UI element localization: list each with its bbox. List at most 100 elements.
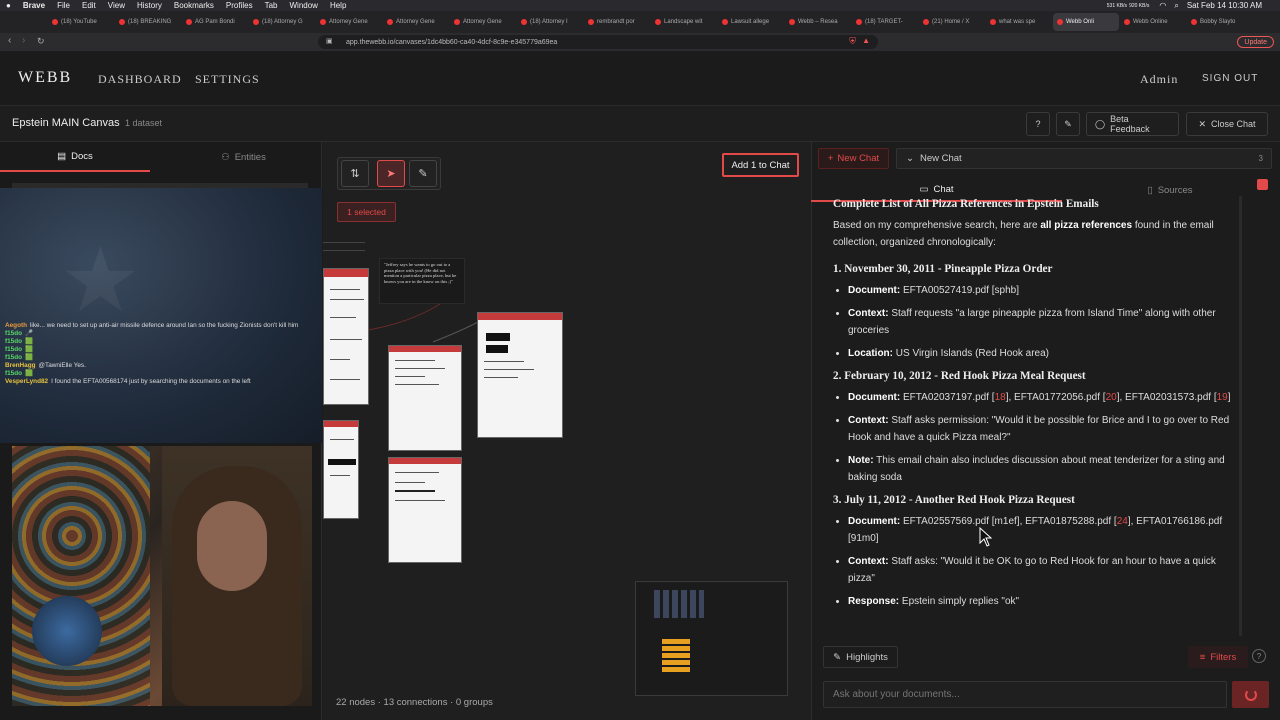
document-node[interactable] <box>477 312 563 438</box>
canvas-minimap[interactable] <box>635 581 788 696</box>
document-node[interactable] <box>323 268 369 405</box>
live-chat-message: f15do 🟩 <box>0 338 322 346</box>
wall-art <box>12 446 150 706</box>
browser-tab[interactable]: (21) Home / X <box>919 13 985 31</box>
reload-icon[interactable]: ↻ <box>37 36 45 47</box>
graph-canvas[interactable]: ⇅ ➤ ✎ Add 1 to Chat 1 selected "Jeffrey … <box>323 142 811 720</box>
browser-tab[interactable]: Attorney Gene <box>316 13 382 31</box>
chat-scrollbar[interactable] <box>1239 196 1242 636</box>
help-button[interactable]: ? <box>1026 112 1050 136</box>
browser-tab[interactable]: (18) Attorney G <box>249 13 315 31</box>
panel-badge-icon[interactable] <box>1257 179 1268 190</box>
nav-settings[interactable]: SETTINGS <box>195 72 260 87</box>
menu-profiles[interactable]: Profiles <box>226 1 253 10</box>
item-text: EFTA02037197.pdf [18], EFTA01772056.pdf … <box>903 392 1231 403</box>
browser-tab[interactable]: Webb – Resea <box>785 13 851 31</box>
browser-tab[interactable]: Landscape wit <box>651 13 717 31</box>
browser-tab[interactable]: (18) YouTube <box>48 13 114 31</box>
macos-menubar: ● Brave File Edit View History Bookmarks… <box>0 0 1280 11</box>
search-icon[interactable]: ⌕ <box>1174 1 1178 11</box>
close-chat-button[interactable]: ✕ Close Chat <box>1186 112 1268 136</box>
back-icon[interactable]: ‹ <box>8 35 11 46</box>
user-admin[interactable]: Admin <box>1140 72 1178 87</box>
webb-logo[interactable]: WEBB <box>18 69 72 87</box>
favicon-icon <box>1057 19 1063 25</box>
menu-history[interactable]: History <box>137 1 162 10</box>
item-text: Epstein simply replies "ok" <box>901 596 1020 607</box>
site-info-icon[interactable]: ▣ <box>326 37 333 45</box>
info-icon[interactable]: ? <box>1252 649 1266 663</box>
list-item: Response: Epstein simply replies "ok" <box>848 593 1238 610</box>
document-icon: ▤ <box>57 150 67 162</box>
browser-tab[interactable]: (18) TARGET- <box>852 13 918 31</box>
favicon-icon <box>990 19 996 25</box>
favicon-icon <box>52 19 58 25</box>
apple-icon[interactable]: ● <box>6 1 11 10</box>
browser-tab[interactable]: Webb Online <box>1120 13 1186 31</box>
browser-tab[interactable]: (18) BREAKING <box>115 13 181 31</box>
item-text: EFTA02557569.pdf [m1ef], EFTA01875288.pd… <box>848 516 1223 544</box>
citation-link[interactable]: 19 <box>1217 392 1228 403</box>
pen-icon: ✎ <box>1064 118 1072 129</box>
beta-feedback-button[interactable]: ◯ Beta Feedback <box>1086 112 1179 136</box>
nav-dashboard[interactable]: DASHBOARD <box>98 72 182 87</box>
highlighter-icon: ✎ <box>833 651 842 663</box>
menu-help[interactable]: Help <box>330 1 346 10</box>
app-header <box>0 51 1280 106</box>
menu-edit[interactable]: Edit <box>82 1 96 10</box>
citation-link[interactable]: 18 <box>995 392 1006 403</box>
intro-text: Based on my comprehensive search, here a… <box>833 220 1041 231</box>
rewards-icon[interactable]: ▲ <box>862 36 870 45</box>
browser-tab[interactable]: Attorney Gene <box>383 13 449 31</box>
browser-tab[interactable]: Webb Onli <box>1053 13 1119 31</box>
document-node[interactable] <box>323 420 359 519</box>
people-icon: ⚇ <box>221 151 230 163</box>
menu-window[interactable]: Window <box>289 1 317 10</box>
highlights-button[interactable]: ✎ Highlights <box>823 646 898 668</box>
annotate-button[interactable]: ✎ <box>1056 112 1080 136</box>
browser-tab[interactable]: rembrandt por <box>584 13 650 31</box>
tab-docs[interactable]: ▤ Docs <box>0 142 150 172</box>
update-button[interactable]: Update <box>1237 36 1274 48</box>
live-chat-message: f15do 🟩 <box>0 354 322 362</box>
browser-tab[interactable]: what was spe <box>986 13 1052 31</box>
browser-tab[interactable]: AG Pam Bondi <box>182 13 248 31</box>
chevron-down-icon: ⌄ <box>906 153 914 164</box>
chat-bubble-icon: ◯ <box>1095 118 1106 129</box>
citation-link[interactable]: 20 <box>1106 392 1117 403</box>
message-intro: Based on my comprehensive search, here a… <box>833 217 1238 251</box>
chat-input[interactable] <box>823 681 1227 708</box>
document-node[interactable] <box>388 345 462 451</box>
chat-session-select[interactable]: ⌄ New Chat 3 <box>896 148 1272 169</box>
brave-shields-icon[interactable]: ⛨ <box>849 36 856 47</box>
quote-note-node[interactable]: "Jeffrey says he wants to go out to a pi… <box>379 258 465 304</box>
menu-bookmarks[interactable]: Bookmarks <box>174 1 214 10</box>
citation-link[interactable]: 24 <box>1117 516 1128 527</box>
menu-tab[interactable]: Tab <box>265 1 278 10</box>
item-label: Note: <box>848 455 874 466</box>
wifi-icon[interactable]: ◠ <box>1159 1 1166 10</box>
menu-brave[interactable]: Brave <box>23 1 45 10</box>
browser-tab[interactable]: (18) Attorney I <box>517 13 583 31</box>
menu-view[interactable]: View <box>108 1 125 10</box>
browser-tab[interactable]: Attorney Gene <box>450 13 516 31</box>
item-label: Document: <box>848 516 901 527</box>
document-node[interactable] <box>388 457 462 563</box>
menu-file[interactable]: File <box>57 1 70 10</box>
browser-tab[interactable]: Lawsuit allege <box>718 13 784 31</box>
sign-out-link[interactable]: SIGN OUT <box>1202 73 1258 84</box>
url-field[interactable]: ▣ app.thewebb.io/canvases/1dc4bb60-ca40-… <box>318 35 878 49</box>
filters-button[interactable]: ≡ Filters <box>1188 646 1248 668</box>
chat-text: @TawniElle Yes. <box>38 362 86 369</box>
result-sections: 1. November 30, 2011 - Pineapple Pizza O… <box>822 261 1238 610</box>
send-button[interactable] <box>1232 681 1269 708</box>
clock[interactable]: Sat Feb 14 10:30 AM <box>1187 1 1262 10</box>
chat-username: f15do <box>5 346 23 353</box>
tab-label: Attorney Gene <box>396 19 435 25</box>
tab-entities[interactable]: ⚇ Entities <box>165 142 322 172</box>
new-chat-button[interactable]: + New Chat <box>818 148 889 169</box>
browser-tab[interactable]: Bobby Slayto <box>1187 13 1253 31</box>
minimap-cluster <box>654 590 704 618</box>
forward-icon[interactable]: › <box>22 35 25 46</box>
item-label: Context: <box>848 556 889 567</box>
